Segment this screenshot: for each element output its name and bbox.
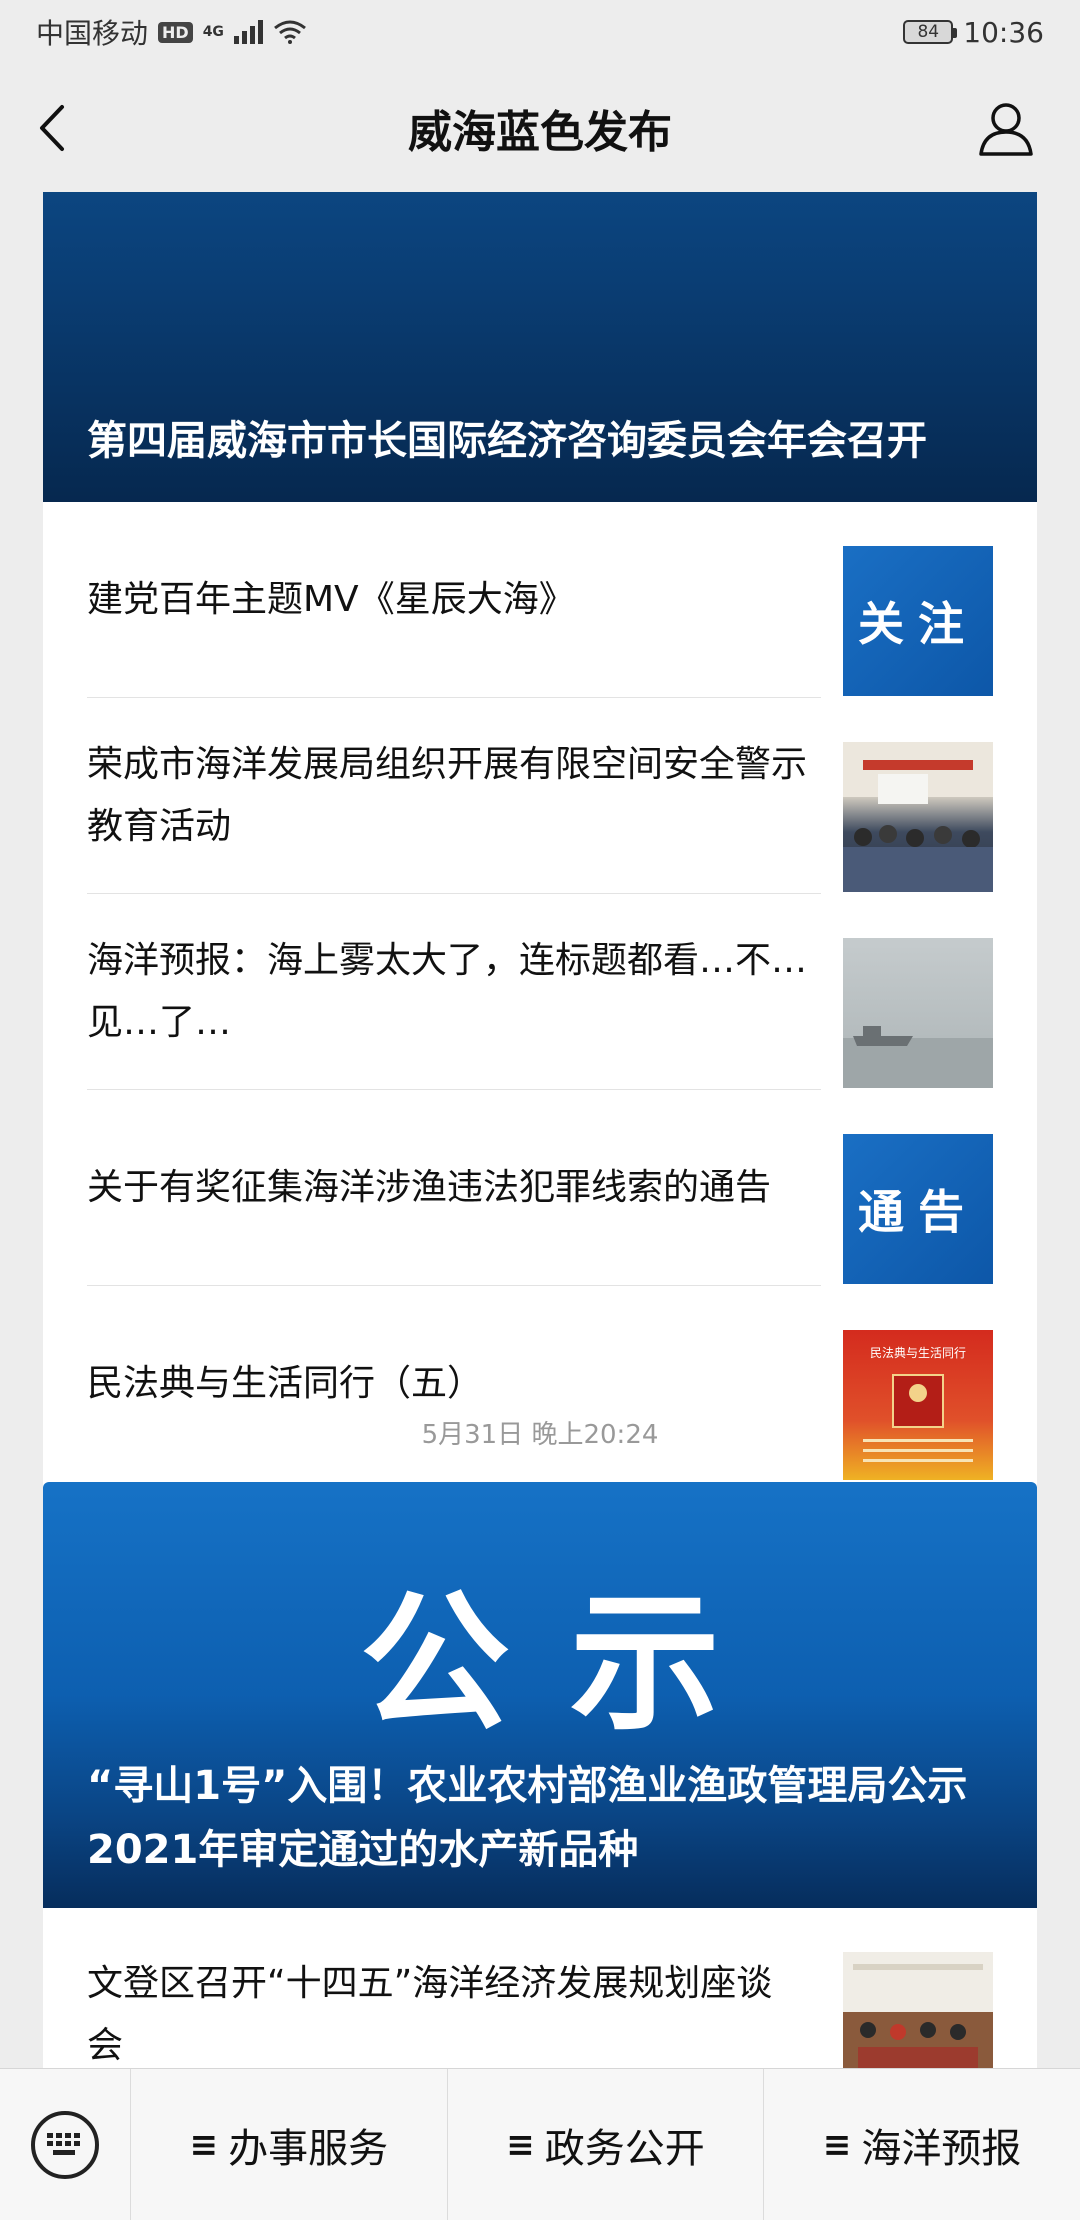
- keyboard-icon: [31, 2110, 99, 2179]
- article-item[interactable]: 荣成市海洋发展局组织开展有限空间安全警示教育活动: [43, 698, 1037, 894]
- article-thumbnail: [843, 938, 993, 1088]
- bottom-menu: ≡ 办事服务 ≡ 政务公开 ≡ 海洋预报: [0, 2068, 1080, 2220]
- article-title: 民法典与生活同行（五）: [87, 1363, 484, 1404]
- menu-item-label: 办事服务: [228, 2125, 389, 2172]
- article-thumbnail: [843, 742, 993, 892]
- hd-badge: HD: [158, 21, 193, 43]
- status-left: 中国移动 HD 4G: [36, 12, 307, 52]
- battery-icon: 84: [903, 20, 958, 44]
- message-timestamp: 5月31日 晚上20:24: [421, 1420, 659, 1450]
- wifi-icon: [273, 20, 306, 44]
- banner-title: “寻山1号”入围！农业农村部渔业渔政管理局公示2021年审定通过的水产新品种: [87, 1763, 968, 1873]
- menu-item-label: 政务公开: [544, 2125, 705, 2172]
- article-banner[interactable]: 公示 “寻山1号”入围！农业农村部渔业渔政管理局公示2021年审定通过的水产新品…: [43, 1482, 1037, 1908]
- article-banner[interactable]: 第四届威海市市长国际经济咨询委员会年会召开: [43, 192, 1037, 502]
- status-bar: 中国移动 HD 4G 84 10:36: [0, 0, 1080, 64]
- article-list: 文登区召开“十四五”海洋经济发展规划座谈会: [43, 1908, 1037, 2068]
- menu-icon: ≡: [189, 2124, 219, 2165]
- signal-icon: [233, 20, 263, 44]
- article-card: 第四届威海市市长国际经济咨询委员会年会召开 建党百年主题MV《星辰大海》 关注 …: [43, 192, 1037, 1524]
- article-title: 关于有奖征集海洋涉渔违法犯罪线索的通告: [87, 1167, 772, 1208]
- app-header: 威海蓝色发布: [0, 64, 1080, 192]
- message-feed[interactable]: 第四届威海市市长国际经济咨询委员会年会召开 建党百年主题MV《星辰大海》 关注 …: [0, 192, 1080, 2068]
- article-title: 海洋预报：海上雾太大了，连标题都看…不…见…了…: [87, 940, 808, 1043]
- article-item[interactable]: 民法典与生活同行（五） 民法典与生活同行: [43, 1286, 1037, 1482]
- clock: 10:36: [963, 15, 1044, 49]
- keyboard-toggle-button[interactable]: [0, 2069, 130, 2220]
- page-title: 威海蓝色发布: [408, 107, 672, 158]
- battery-level: 84: [917, 22, 940, 42]
- article-thumbnail: 民法典与生活同行: [843, 1330, 993, 1480]
- user-icon: [979, 103, 1033, 156]
- article-title: 荣成市海洋发展局组织开展有限空间安全警示教育活动: [87, 744, 808, 847]
- meeting-photo: [843, 742, 993, 892]
- conference-photo: [843, 1952, 993, 2068]
- network-type: 4G: [202, 24, 224, 40]
- article-item[interactable]: 文登区召开“十四五”海洋经济发展规划座谈会: [43, 1908, 1037, 2068]
- profile-button[interactable]: [976, 98, 1036, 158]
- menu-item-label: 海洋预报: [861, 2125, 1022, 2172]
- article-title: 文登区召开“十四五”海洋经济发展规划座谈会: [87, 1963, 773, 2066]
- article-list: 建党百年主题MV《星辰大海》 关注 荣成市海洋发展局组织开展有限空间安全警示教育…: [43, 502, 1037, 1482]
- carrier-name: 中国移动: [36, 17, 149, 50]
- fog-ship-photo: [843, 1026, 993, 1088]
- thumbnail-text: 通告: [858, 1185, 978, 1239]
- article-card: 公示 “寻山1号”入围！农业农村部渔业渔政管理局公示2021年审定通过的水产新品…: [43, 1482, 1037, 2068]
- back-button[interactable]: [36, 100, 76, 156]
- thumbnail-text: 民法典与生活同行: [869, 1346, 966, 1360]
- article-thumbnail: 通告: [843, 1134, 993, 1284]
- menu-icon: ≡: [822, 2124, 852, 2165]
- article-thumbnail: [843, 1952, 993, 2068]
- menu-item-government[interactable]: ≡ 政务公开: [446, 2068, 764, 2220]
- article-thumbnail: 关注: [843, 546, 993, 696]
- banner-title: 第四届威海市市长国际经济咨询委员会年会召开: [87, 418, 927, 464]
- menu-icon: ≡: [506, 2124, 535, 2165]
- article-item[interactable]: 关于有奖征集海洋涉渔违法犯罪线索的通告 通告: [43, 1090, 1037, 1286]
- menu-item-services[interactable]: ≡ 办事服务: [130, 2068, 447, 2220]
- menu-item-forecast[interactable]: ≡ 海洋预报: [763, 2068, 1080, 2220]
- article-item[interactable]: 海洋预报：海上雾太大了，连标题都看…不…见…了…: [43, 894, 1037, 1090]
- banner-word: 公示: [359, 1575, 780, 1751]
- article-item[interactable]: 建党百年主题MV《星辰大海》 关注: [43, 502, 1037, 698]
- chevron-left-icon: [40, 105, 64, 151]
- thumbnail-text: 关注: [858, 597, 978, 651]
- article-title: 建党百年主题MV《星辰大海》: [87, 579, 575, 620]
- status-right: 84 10:36: [903, 16, 1044, 49]
